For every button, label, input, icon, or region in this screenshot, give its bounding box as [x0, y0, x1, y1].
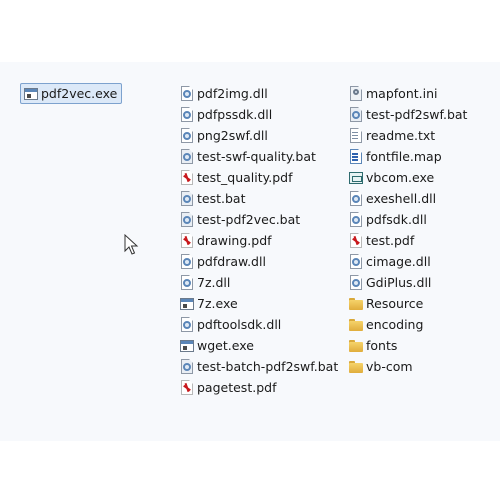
- dll-gear-icon: [349, 274, 363, 291]
- file-item-label: test-batch-pdf2swf.bat: [197, 359, 339, 374]
- folder-icon: [349, 338, 363, 354]
- file-item-label: pdf2vec.exe: [41, 86, 118, 101]
- file-item[interactable]: 7z.dll: [180, 272, 230, 293]
- file-item[interactable]: readme.txt: [349, 125, 435, 146]
- bat-gear-icon: [180, 148, 194, 165]
- file-item-label: mapfont.ini: [366, 86, 438, 101]
- dll-gear-icon: [180, 106, 194, 123]
- ini-icon: [349, 85, 363, 102]
- map-file-icon: [349, 148, 363, 165]
- file-item-label: png2swf.dll: [197, 128, 268, 143]
- bat-gear-icon: [349, 106, 363, 123]
- file-item-label: test-pdf2swf.bat: [366, 107, 468, 122]
- file-item-label: vbcom.exe: [366, 170, 435, 185]
- folder-item-label: Resource: [366, 296, 424, 311]
- folder-icon: [349, 359, 363, 375]
- exe-window-icon: [180, 296, 194, 312]
- bat-gear-icon: [180, 358, 194, 375]
- bat-gear-icon: [180, 190, 194, 207]
- file-item[interactable]: test_quality.pdf: [180, 167, 292, 188]
- exe-window-icon: [180, 338, 194, 354]
- file-item-label: cimage.dll: [366, 254, 431, 269]
- file-item-label: readme.txt: [366, 128, 436, 143]
- dll-gear-icon: [180, 316, 194, 333]
- file-item[interactable]: wget.exe: [180, 335, 254, 356]
- file-item-label: 7z.dll: [197, 275, 231, 290]
- file-item[interactable]: pagetest.pdf: [180, 377, 276, 398]
- file-item-label: pdf2img.dll: [197, 86, 268, 101]
- file-item[interactable]: GdiPlus.dll: [349, 272, 431, 293]
- file-item-label: drawing.pdf: [197, 233, 272, 248]
- file-item[interactable]: pdfdraw.dll: [180, 251, 266, 272]
- file-item[interactable]: vbcom.exe: [349, 167, 434, 188]
- file-item-label: pdfsdk.dll: [366, 212, 427, 227]
- file-item[interactable]: test.pdf: [349, 230, 414, 251]
- file-item[interactable]: cimage.dll: [349, 251, 431, 272]
- file-item[interactable]: 7z.exe: [180, 293, 238, 314]
- folder-item-label: vb-com: [366, 359, 413, 374]
- file-item[interactable]: pdfsdk.dll: [349, 209, 427, 230]
- file-item[interactable]: pdf2img.dll: [180, 83, 268, 104]
- file-item-label: test-pdf2vec.bat: [197, 212, 301, 227]
- file-item-label: exeshell.dll: [366, 191, 437, 206]
- file-item-pdf2vec-exe[interactable]: pdf2vec.exe: [20, 83, 123, 104]
- file-item[interactable]: exeshell.dll: [349, 188, 436, 209]
- file-item-label: pdfdraw.dll: [197, 254, 266, 269]
- file-item-label: test_quality.pdf: [197, 170, 293, 185]
- file-item-label: pdfpssdk.dll: [197, 107, 273, 122]
- mouse-pointer-icon: [124, 234, 139, 255]
- dll-gear-icon: [180, 253, 194, 270]
- file-item-label: wget.exe: [197, 338, 254, 353]
- folder-item[interactable]: Resource: [349, 293, 423, 314]
- file-item[interactable]: test-batch-pdf2swf.bat: [180, 356, 338, 377]
- exe-window-icon: [24, 86, 38, 102]
- pdf-icon: [180, 169, 194, 186]
- file-item[interactable]: fontfile.map: [349, 146, 442, 167]
- file-item[interactable]: test.bat: [180, 188, 245, 209]
- vb-exe-icon: [349, 170, 363, 186]
- folder-item-label: fonts: [366, 338, 398, 353]
- file-item-label: 7z.exe: [197, 296, 238, 311]
- file-item[interactable]: test-swf-quality.bat: [180, 146, 316, 167]
- dll-gear-icon: [180, 85, 194, 102]
- file-item-label: pagetest.pdf: [197, 380, 277, 395]
- folder-item[interactable]: fonts: [349, 335, 397, 356]
- folder-icon: [349, 296, 363, 312]
- dll-gear-icon: [349, 211, 363, 228]
- file-item-label: fontfile.map: [366, 149, 442, 164]
- file-item-label: test-swf-quality.bat: [197, 149, 316, 164]
- dll-gear-icon: [349, 190, 363, 207]
- pdf-icon: [349, 232, 363, 249]
- dll-gear-icon: [349, 253, 363, 270]
- dll-gear-icon: [180, 274, 194, 291]
- folder-icon: [349, 317, 363, 333]
- file-item[interactable]: pdfpssdk.dll: [180, 104, 272, 125]
- pdf-icon: [180, 232, 194, 249]
- folder-item[interactable]: vb-com: [349, 356, 413, 377]
- folder-item-label: encoding: [366, 317, 424, 332]
- file-item[interactable]: drawing.pdf: [180, 230, 272, 251]
- file-item-label: test.pdf: [366, 233, 415, 248]
- file-item[interactable]: test-pdf2swf.bat: [349, 104, 467, 125]
- text-file-icon: [349, 127, 363, 144]
- file-item[interactable]: test-pdf2vec.bat: [180, 209, 300, 230]
- file-item[interactable]: png2swf.dll: [180, 125, 268, 146]
- dll-gear-icon: [180, 127, 194, 144]
- bat-gear-icon: [180, 211, 194, 228]
- file-item[interactable]: mapfont.ini: [349, 83, 437, 104]
- file-item-label: GdiPlus.dll: [366, 275, 432, 290]
- file-item-label: pdftoolsdk.dll: [197, 317, 282, 332]
- file-item[interactable]: pdftoolsdk.dll: [180, 314, 281, 335]
- file-item-label: test.bat: [197, 191, 246, 206]
- folder-item[interactable]: encoding: [349, 314, 423, 335]
- pdf-icon: [180, 379, 194, 396]
